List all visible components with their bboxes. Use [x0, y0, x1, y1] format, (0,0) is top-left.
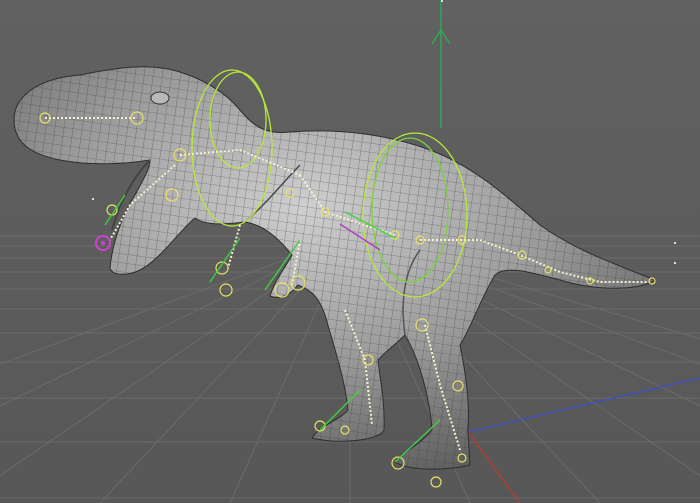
3d-viewport[interactable] — [0, 0, 700, 503]
viewport-canvas[interactable] — [0, 0, 700, 503]
z-axis-line — [467, 377, 700, 433]
x-axis-line — [467, 431, 521, 503]
trex-mesh[interactable] — [0, 50, 700, 480]
